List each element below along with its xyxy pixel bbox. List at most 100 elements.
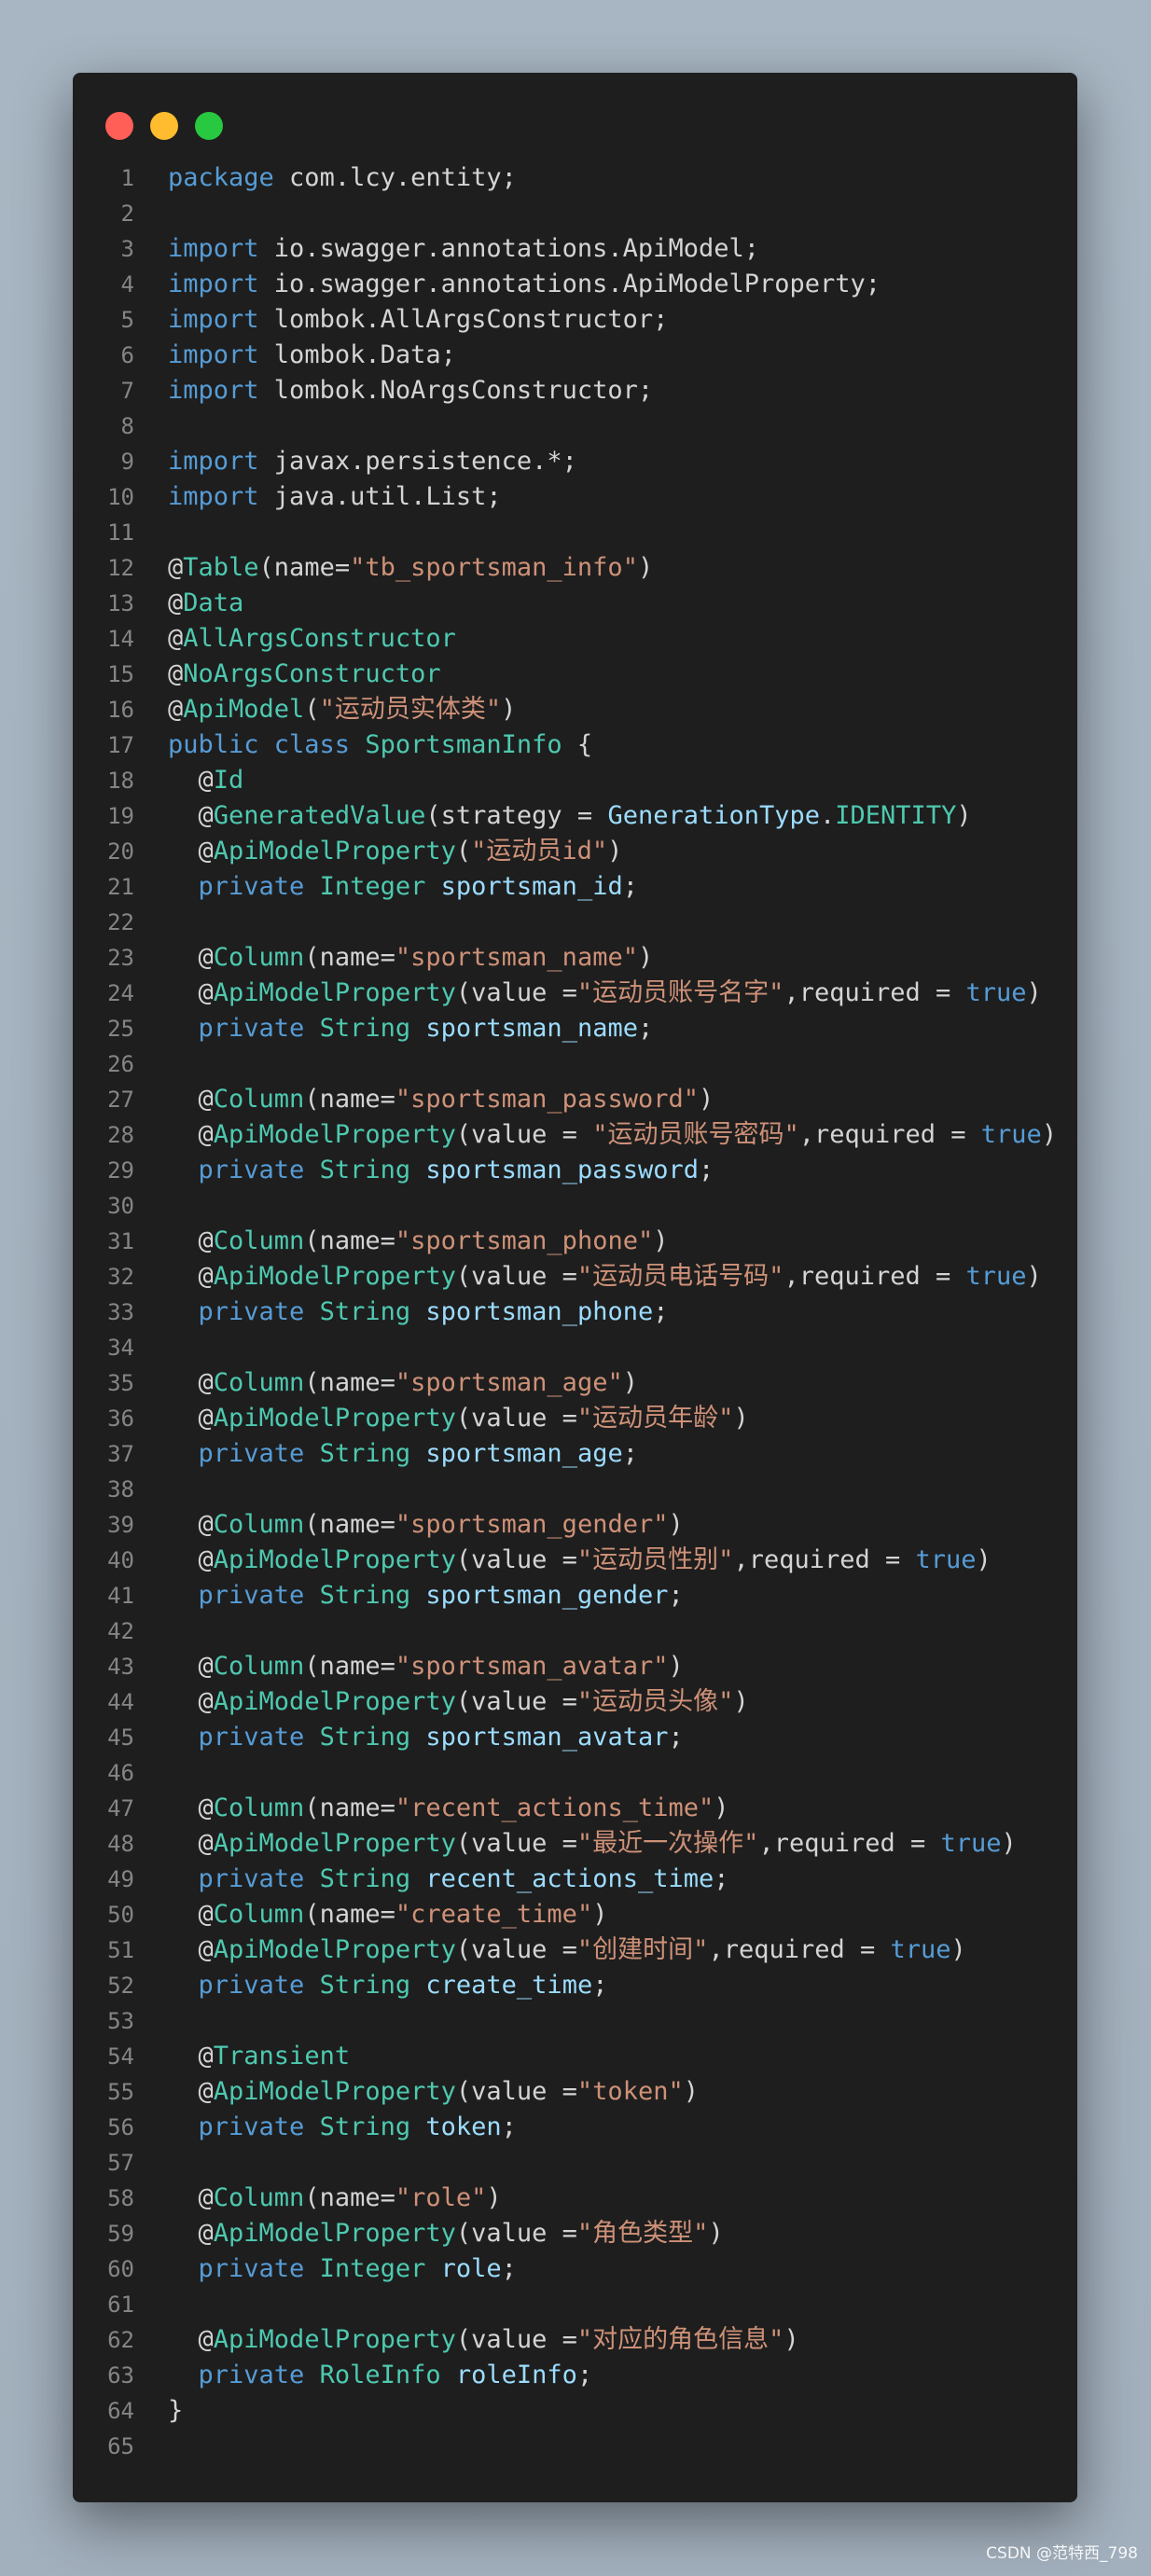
line-code: private String sportsman_gender; xyxy=(134,1578,684,1613)
code-token: String xyxy=(319,2112,411,2141)
line-number: 56 xyxy=(107,2114,134,2140)
code-token: @ xyxy=(168,589,184,617)
code-token: (strategy = xyxy=(425,801,608,830)
code-token: ) xyxy=(708,2219,724,2248)
line-number: 60 xyxy=(107,2256,134,2282)
code-token: ; xyxy=(622,1439,638,1468)
line-number: 51 xyxy=(107,1937,134,1963)
code-line: 13 @Data xyxy=(73,586,1077,621)
line-code: import io.swagger.annotations.ApiModel; xyxy=(134,231,759,267)
code-token: private xyxy=(198,1297,305,1326)
line-number: 58 xyxy=(107,2185,134,2211)
code-token: "运动员id" xyxy=(471,837,608,866)
code-token: io.swagger.annotations.ApiModel; xyxy=(258,234,759,263)
line-number: 20 xyxy=(107,838,134,865)
code-token: sportsman_id xyxy=(440,872,623,901)
code-token: Table xyxy=(183,553,259,582)
code-token: ; xyxy=(653,1297,669,1326)
code-token: role xyxy=(440,2254,502,2283)
code-token: String xyxy=(319,1971,411,2000)
code-token: @ xyxy=(168,1687,214,1716)
code-token: ApiModelProperty xyxy=(213,978,456,1007)
code-token: @ xyxy=(168,766,214,795)
code-line: 48 @ApiModelProperty(value ="最近一次操作",req… xyxy=(73,1826,1077,1862)
code-line: 50 @Column(name="create_time") xyxy=(73,1897,1077,1932)
code-token: ) xyxy=(592,1900,608,1929)
code-token: ) xyxy=(501,695,517,724)
line-code: private String recent_actions_time; xyxy=(134,1862,729,1897)
code-token: ; xyxy=(699,1156,714,1184)
code-line: 21 private Integer sportsman_id; xyxy=(73,869,1077,905)
code-token: } xyxy=(168,2396,184,2425)
code-token: "role" xyxy=(395,2183,487,2212)
code-line: 41 private String sportsman_gender; xyxy=(73,1578,1077,1613)
code-token: "sportsman_age" xyxy=(395,1368,623,1397)
code-token: String xyxy=(319,1014,411,1043)
code-token: @ xyxy=(168,1652,214,1681)
line-code: @ApiModelProperty(value ="最近一次操作",requir… xyxy=(134,1826,1017,1862)
code-line: 7 import lombok.NoArgsConstructor; xyxy=(73,373,1077,409)
code-token: ,required = xyxy=(733,1545,916,1574)
line-number: 37 xyxy=(107,1441,134,1467)
code-token: import xyxy=(168,340,259,369)
code-line: 4 import io.swagger.annotations.ApiModelP… xyxy=(73,267,1077,302)
code-token: "最近一次操作" xyxy=(576,1829,759,1858)
code-token: GeneratedValue xyxy=(213,801,426,830)
code-token: "sportsman_password" xyxy=(395,1085,699,1114)
code-token: ) xyxy=(733,1404,749,1433)
code-line: 44 @ApiModelProperty(value ="运动员头像") xyxy=(73,1684,1077,1720)
line-code: private String sportsman_phone; xyxy=(134,1295,669,1330)
code-token: sportsman_password xyxy=(425,1156,699,1184)
line-number: 54 xyxy=(107,2043,134,2070)
line-number: 12 xyxy=(107,555,134,581)
code-token: private xyxy=(198,1439,305,1468)
code-token: token xyxy=(425,2112,502,2141)
code-token: "sportsman_avatar" xyxy=(395,1652,669,1681)
code-line: 16 @ApiModel("运动员实体类") xyxy=(73,692,1077,727)
code-line: 65 xyxy=(73,2429,1077,2464)
line-code: @ApiModelProperty(value ="对应的角色信息") xyxy=(134,2322,799,2358)
maximize-button[interactable] xyxy=(195,112,223,140)
code-token: ,required = xyxy=(784,1262,966,1291)
code-token: recent_actions_time xyxy=(425,1864,714,1893)
code-token: "sportsman_name" xyxy=(395,943,638,972)
line-code: @ApiModelProperty(value ="运动员电话号码",requi… xyxy=(134,1259,1042,1295)
code-line: 10 import java.util.List; xyxy=(73,479,1077,515)
line-code: @ApiModelProperty(value ="角色类型") xyxy=(134,2216,724,2251)
line-code: @Column(name="sportsman_password") xyxy=(134,1082,714,1117)
code-token: Data xyxy=(183,589,244,617)
line-number: 9 xyxy=(120,449,134,475)
code-token: import xyxy=(168,482,259,511)
line-number: 29 xyxy=(107,1157,134,1184)
code-token: ) xyxy=(1026,978,1042,1007)
code-token: ; xyxy=(501,2112,517,2141)
code-token: @ xyxy=(168,1226,214,1255)
line-code: @Column(name="sportsman_age") xyxy=(134,1365,638,1401)
code-token: ) xyxy=(683,2077,699,2106)
line-code: package com.lcy.entity; xyxy=(134,160,517,196)
code-token: lombok.NoArgsConstructor; xyxy=(258,376,654,405)
line-code: @ApiModelProperty(value = "运动员账号密码",requ… xyxy=(134,1117,1058,1153)
code-token: sportsman_name xyxy=(425,1014,638,1043)
code-token: sportsman_phone xyxy=(425,1297,654,1326)
code-line: 57 xyxy=(73,2145,1077,2181)
code-line: 17 public class SportsmanInfo { xyxy=(73,727,1077,763)
code-token: @ xyxy=(168,1262,214,1291)
code-token: ) xyxy=(1041,1120,1058,1149)
code-token: (name= xyxy=(304,1226,395,1255)
line-number: 44 xyxy=(107,1689,134,1715)
line-code: import io.swagger.annotations.ApiModelPr… xyxy=(134,267,881,302)
code-token: GenerationType xyxy=(607,801,821,830)
line-number: 17 xyxy=(107,732,134,758)
code-token: "对应的角色信息" xyxy=(576,2325,784,2354)
line-code: private RoleInfo roleInfo; xyxy=(134,2358,593,2393)
close-button[interactable] xyxy=(105,112,133,140)
code-line: 35 @Column(name="sportsman_age") xyxy=(73,1365,1077,1401)
minimize-button[interactable] xyxy=(150,112,178,140)
code-token: import xyxy=(168,376,259,405)
